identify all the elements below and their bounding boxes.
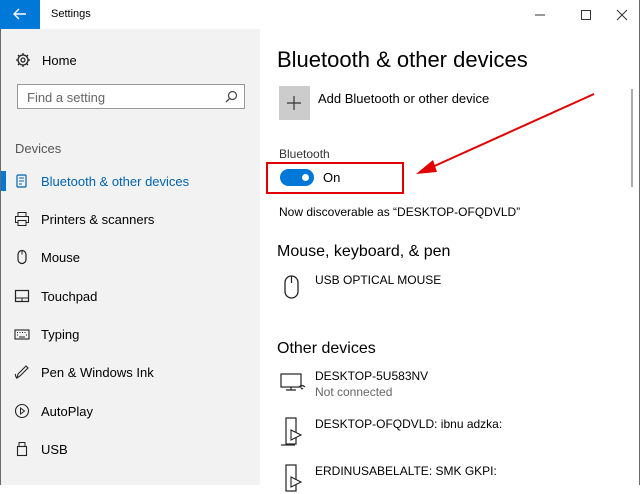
annotation-arrow [416,93,595,174]
